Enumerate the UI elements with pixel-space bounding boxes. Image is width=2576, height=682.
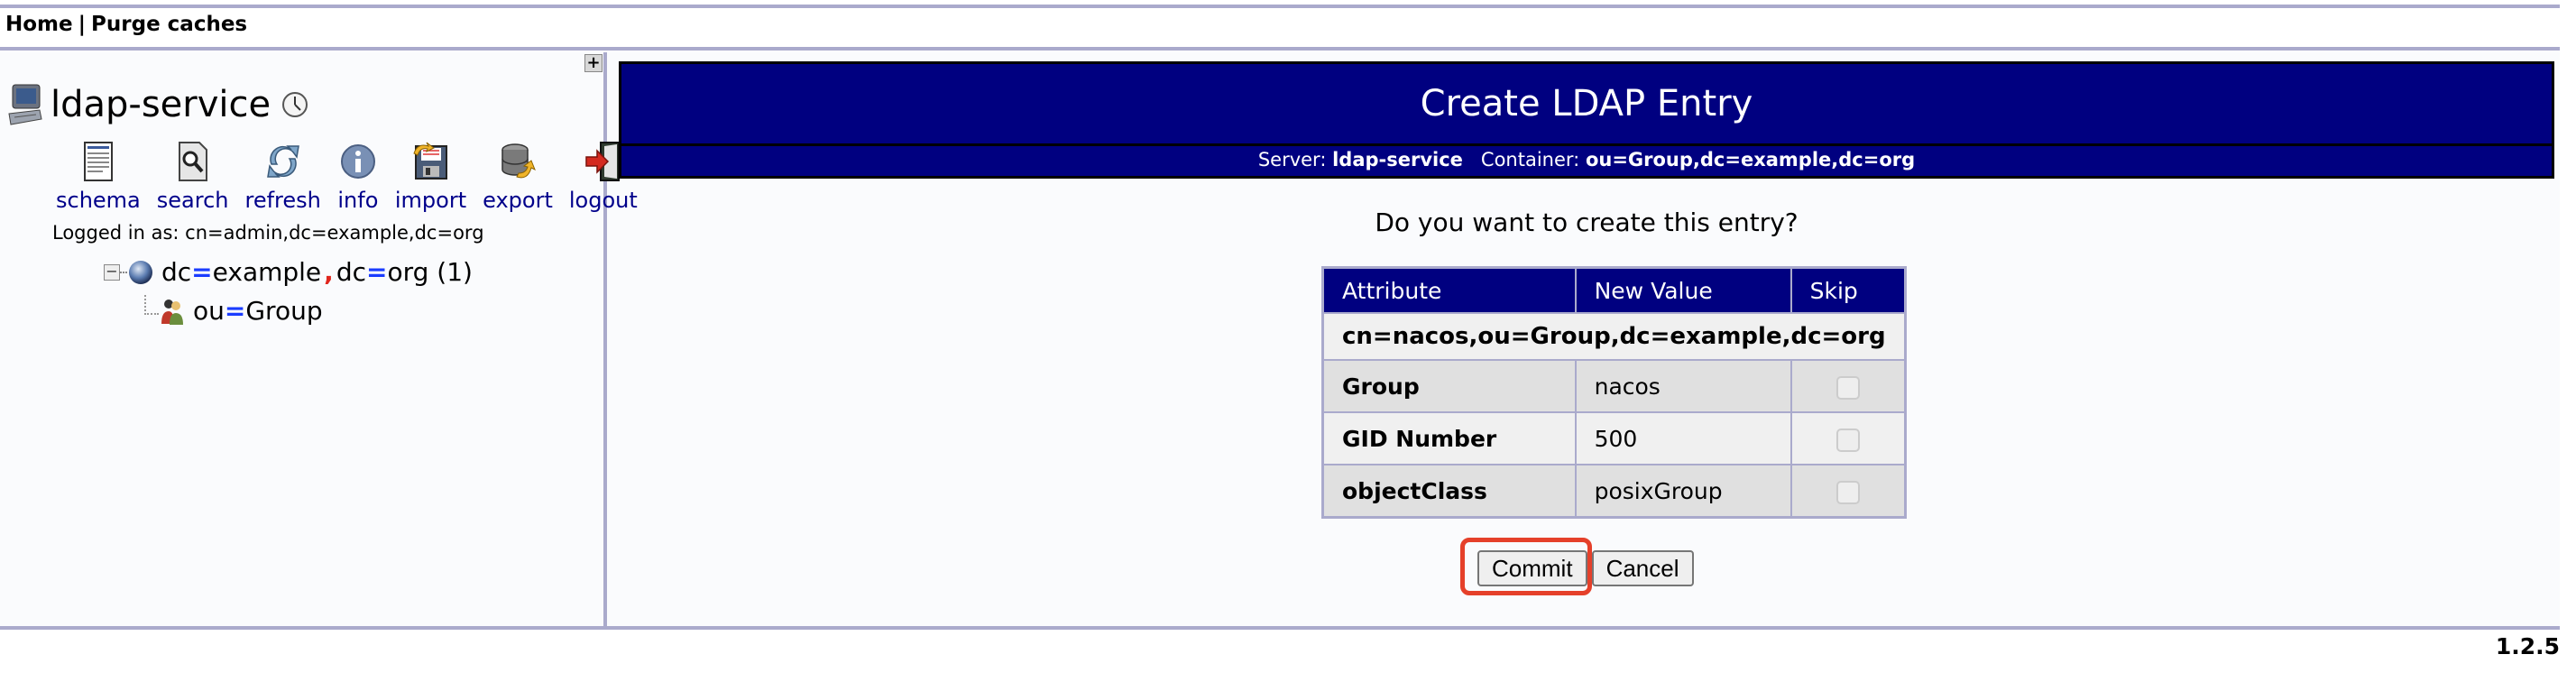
column-header-attribute: Attribute (1321, 266, 1577, 314)
cancel-button[interactable]: Cancel (1591, 550, 1694, 586)
container-label: Container: (1480, 149, 1580, 170)
skip-checkbox[interactable] (1835, 480, 1860, 504)
top-nav: Home | Purge caches (5, 13, 247, 36)
expand-panel-button[interactable]: + (584, 54, 603, 72)
skip-checkbox[interactable] (1835, 375, 1860, 400)
tool-export[interactable]: export (483, 141, 553, 213)
attribute-name: GID Number (1321, 411, 1577, 465)
container-value: ou=Group,dc=example,dc=org (1585, 149, 1916, 170)
column-header-new-value: New Value (1574, 266, 1792, 314)
group-icon (161, 299, 183, 325)
confirm-entry-table: Attribute New Value Skip cn=nacos,ou=Gro… (1321, 266, 1907, 519)
commit-button[interactable]: Commit (1477, 550, 1587, 586)
info-icon (340, 144, 375, 179)
home-link[interactable]: Home (5, 13, 73, 36)
attribute-value: 500 (1574, 411, 1792, 465)
attribute-value: posixGroup (1574, 464, 1792, 519)
attribute-value: nacos (1574, 359, 1792, 413)
tool-label: schema (56, 188, 141, 213)
tool-search[interactable]: search (157, 141, 229, 213)
tool-label: export (483, 188, 553, 213)
import-icon (412, 142, 447, 180)
tree-node-root: − dc=example, dc=org (1) (104, 257, 473, 287)
rdn-value: Group (245, 296, 323, 326)
tool-schema[interactable]: schema (56, 141, 141, 213)
nav-separator: | (78, 13, 87, 36)
export-icon (501, 143, 536, 179)
clock-icon[interactable] (281, 91, 308, 118)
tool-label: search (156, 188, 229, 213)
table-header-row: Attribute New Value Skip (1321, 266, 1907, 314)
child-count: (1) (437, 257, 473, 287)
search-icon (178, 142, 207, 181)
purge-caches-link[interactable]: Purge caches (91, 13, 247, 36)
server-name[interactable]: ldap-service (51, 84, 271, 125)
footer-rule (0, 626, 2560, 630)
table-row: Group nacos (1321, 359, 1907, 413)
tool-info[interactable]: info (337, 141, 379, 213)
rdn-equals: = (224, 296, 246, 326)
table-row: GID Number 500 (1321, 411, 1907, 465)
tree-root-link[interactable]: dc=example, dc=org (1) (161, 257, 473, 287)
rdn-attr: dc (161, 257, 192, 287)
tool-import[interactable]: import (395, 141, 466, 213)
server-header: ldap-service (7, 83, 308, 126)
globe-icon (129, 260, 152, 284)
schema-icon (83, 142, 113, 181)
panel-divider[interactable] (603, 52, 607, 627)
attribute-name: objectClass (1321, 464, 1577, 519)
logged-in-as: Logged in as: cn=admin,dc=example,dc=org (52, 222, 484, 244)
attribute-name: Group (1321, 359, 1577, 413)
confirm-question: Do you want to create this entry? (1375, 207, 1799, 237)
page-subtitle: Server: ldap-service Container: ou=Group,… (621, 143, 2552, 176)
refresh-icon (266, 145, 299, 178)
version-label: 1.2.5 (2495, 633, 2560, 659)
rdn-equals: = (191, 257, 213, 287)
server-value: ldap-service (1332, 149, 1463, 170)
rdn-value: org (387, 257, 429, 287)
nav-bottom-rule (0, 47, 2560, 51)
skip-checkbox[interactable] (1835, 428, 1860, 452)
top-rule (0, 5, 2560, 8)
skip-cell (1789, 464, 1907, 519)
tree-child-link[interactable]: ou=Group (193, 296, 323, 326)
rdn-separator: , (324, 257, 334, 287)
column-header-skip: Skip (1789, 266, 1907, 314)
rdn-equals: = (365, 257, 388, 287)
entry-dn: cn=nacos,ou=Group,dc=example,dc=org (1321, 312, 1907, 361)
tree-connector (144, 294, 159, 315)
tree-connector (120, 271, 127, 273)
rdn-attr: ou (193, 296, 225, 326)
rdn-attr: dc (336, 257, 366, 287)
rdn-value: example (212, 257, 322, 287)
server-computer-icon (8, 84, 42, 125)
server-toolbar: schema search refresh info import export… (56, 141, 638, 213)
collapse-tree-icon[interactable]: − (104, 263, 120, 281)
server-label: Server: (1257, 149, 1327, 170)
skip-cell (1789, 411, 1907, 465)
tool-refresh[interactable]: refresh (245, 141, 321, 213)
table-row: objectClass posixGroup (1321, 464, 1907, 519)
tool-label: refresh (244, 188, 321, 213)
page-header: Create LDAP Entry Server: ldap-service Co… (619, 61, 2554, 179)
tree-node-child: ou=Group (144, 294, 323, 326)
dn-row: cn=nacos,ou=Group,dc=example,dc=org (1321, 312, 1907, 361)
tool-label: info (337, 188, 379, 213)
logout-icon (585, 142, 620, 181)
page-title: Create LDAP Entry (621, 64, 2552, 146)
form-buttons: Commit Cancel (1477, 550, 1694, 586)
skip-cell (1789, 359, 1907, 413)
tool-label: import (394, 188, 467, 213)
